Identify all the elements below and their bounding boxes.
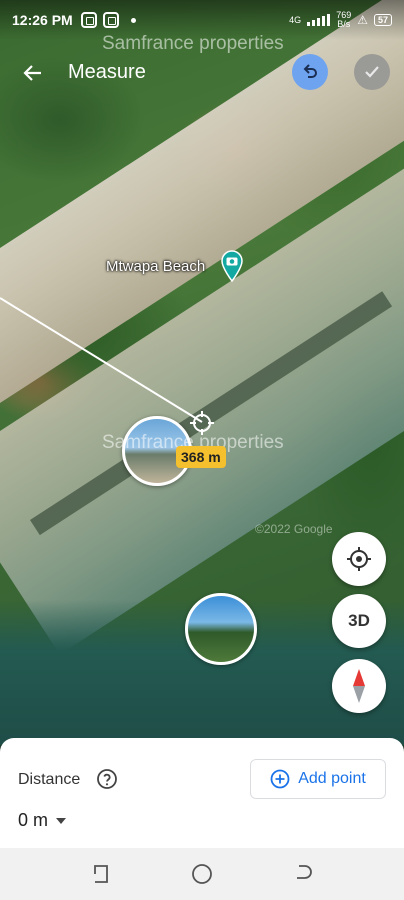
place-label[interactable]: Mtwapa Beach — [106, 258, 205, 275]
status-right: 4G 769 B/s ⚠ 57 — [289, 11, 392, 29]
notification-app-icon — [80, 12, 97, 28]
add-point-button[interactable]: Add point — [250, 759, 386, 799]
battery-icon: 57 — [373, 14, 392, 26]
back-nav-button[interactable] — [291, 862, 315, 886]
page-title: Measure — [68, 61, 146, 83]
compass-button[interactable] — [332, 659, 386, 713]
notification-dot-icon — [130, 17, 136, 23]
add-circle-icon — [270, 769, 290, 789]
arrow-back-icon — [23, 65, 41, 81]
distance-label: Distance — [18, 771, 81, 788]
crosshair-icon — [190, 411, 214, 435]
status-time: 12:26 PM — [12, 12, 73, 28]
distance-value: 0 m — [18, 810, 49, 830]
photo-thumbnail[interactable] — [185, 593, 257, 665]
back-button[interactable] — [16, 56, 50, 90]
distance-badge: 368 m — [176, 446, 226, 468]
notification-app-icon — [102, 12, 119, 28]
home-button[interactable] — [190, 862, 214, 886]
check-icon — [365, 66, 379, 78]
help-icon[interactable] — [96, 768, 118, 790]
signal-icon — [307, 14, 331, 26]
system-nav-bar — [0, 848, 404, 900]
my-location-button[interactable] — [332, 532, 386, 586]
network-speed: 769 B/s — [336, 11, 351, 29]
undo-button[interactable] — [292, 54, 328, 90]
measure-line — [0, 297, 203, 423]
bottom-sheet: Distance Add point 0 m — [0, 738, 404, 848]
add-point-label: Add point — [298, 770, 366, 787]
app-bar: Measure — [0, 50, 404, 96]
network-speed-unit: B/s — [337, 19, 351, 29]
network-type: 4G — [289, 15, 302, 25]
alert-icon: ⚠ — [357, 13, 368, 27]
recents-button[interactable] — [89, 862, 113, 886]
distance-unit-dropdown[interactable]: 0 m — [18, 810, 67, 831]
done-button[interactable] — [354, 54, 390, 90]
chevron-down-icon — [56, 817, 67, 824]
undo-icon — [303, 64, 317, 78]
compass-icon — [353, 669, 365, 703]
camera-pin-icon[interactable] — [220, 250, 244, 282]
google-watermark: ©2022 Google — [255, 522, 333, 536]
3d-button[interactable]: 3D — [332, 594, 386, 648]
my-location-icon — [347, 547, 371, 571]
